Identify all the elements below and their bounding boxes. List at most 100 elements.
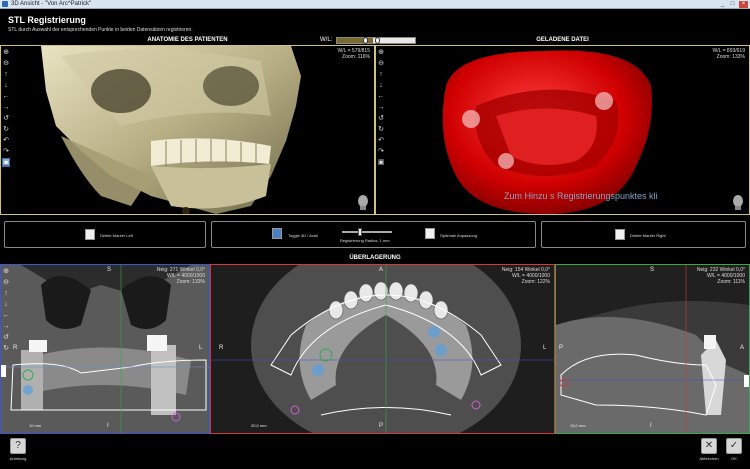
cancel-label[interactable]: Abbrechen: [696, 456, 722, 461]
zoom-readout: Zoom: 133%: [716, 54, 745, 60]
orientation-right: L: [543, 345, 547, 351]
overlay-section-title: ÜBERLAGERUNG: [349, 255, 401, 261]
redo-icon[interactable]: ↷: [377, 147, 385, 156]
orientation-top: S: [107, 267, 112, 273]
orientation-top: A: [379, 267, 384, 273]
coronal-ct-view[interactable]: ⊕ ⊖ ↑ ↓ ← → ↺ ↻ Neig: 271 Winkel 0,0° W/…: [0, 264, 210, 434]
coronal-ct-image: [1, 265, 209, 433]
scale-label: 15,0 mm: [570, 423, 586, 428]
tool-strip-top-left: ⊕ ⊖ ↑ ↓ ← → ↺ ↻ ↶ ↷ ▣: [2, 48, 11, 169]
optimize-fit-label[interactable]: Optimale Anpassung: [440, 233, 477, 238]
registration-hint-text: Zum Hinzu s Registrierungspunktes kli: [504, 191, 658, 201]
registration-toolbar: Toggle 3D / Axial Registrierung Radius: …: [211, 221, 536, 248]
sagittal-ct-view[interactable]: Neig: 232 Winkel 0,0° W/L = 4000/1000 Zo…: [555, 264, 750, 434]
window-title-bar: 3D Ansicht - "Von Arc^Patrick" _ □ ×: [0, 0, 750, 9]
stl-model-render: [442, 50, 652, 214]
arrow-down-icon[interactable]: ↓: [377, 81, 385, 90]
zoom-readout: Zoom: 133%: [176, 279, 205, 285]
arrow-right-icon[interactable]: →: [2, 322, 10, 331]
arrow-up-icon[interactable]: ↑: [2, 289, 10, 298]
help-label[interactable]: Anleitung: [6, 456, 30, 461]
orientation-left: R: [13, 345, 18, 351]
arrow-down-icon[interactable]: ↓: [2, 81, 10, 90]
panel-title-loaded-file: GELADENE DATEI: [536, 37, 589, 43]
skull-render: [41, 46, 301, 214]
rotate-right-icon[interactable]: ↻: [2, 125, 10, 134]
optimize-fit-icon[interactable]: [425, 228, 435, 239]
orientation-bottom: I: [107, 423, 109, 429]
rotate-right-icon[interactable]: ↻: [2, 344, 10, 353]
rotate-left-icon[interactable]: ↺: [377, 114, 385, 123]
cancel-icon[interactable]: ✕: [701, 438, 717, 454]
zoom-in-icon[interactable]: ⊕: [2, 267, 10, 276]
view-info-top-left: W/L = 579/815 Zoom: 116%: [338, 48, 370, 60]
registration-radius-label: Registrierung Radius: 1 mm: [340, 238, 390, 243]
head-orientation-icon[interactable]: [356, 194, 370, 210]
delete-marker-left-label: Delete Marker Left: [100, 233, 133, 238]
zoom-out-icon[interactable]: ⊖: [2, 278, 10, 287]
delete-marker-icon: [615, 229, 625, 240]
arrow-up-icon[interactable]: ↑: [2, 70, 10, 79]
zoom-readout: Zoom: 111%: [717, 279, 745, 285]
radius-slider-knob[interactable]: [358, 228, 362, 236]
panel-title-anatomy: ANATOMIE DES PATIENTEN: [147, 37, 228, 43]
arrow-down-icon[interactable]: ↓: [2, 300, 10, 309]
toggle-3d-icon[interactable]: [272, 228, 282, 239]
rotate-right-icon[interactable]: ↻: [377, 125, 385, 134]
undo-icon[interactable]: ↶: [377, 136, 385, 145]
view-info-top-right: W/L = 893/619 Zoom: 133%: [713, 48, 745, 60]
orientation-right: L: [199, 345, 203, 351]
redo-icon[interactable]: ↷: [2, 147, 10, 156]
rotate-left-icon[interactable]: ↺: [2, 333, 10, 342]
screenshot-icon[interactable]: ▣: [2, 158, 10, 167]
toggle-3d-label[interactable]: Toggle 3D / Axial: [288, 233, 318, 238]
delete-marker-icon: [85, 229, 95, 240]
undo-icon[interactable]: ↶: [2, 136, 10, 145]
tool-strip-coronal: ⊕ ⊖ ↑ ↓ ← → ↺ ↻: [2, 267, 11, 355]
screenshot-icon[interactable]: ▣: [377, 158, 385, 167]
arrow-right-icon[interactable]: →: [2, 103, 10, 112]
zoom-in-icon[interactable]: ⊕: [2, 48, 10, 57]
orientation-top: S: [650, 267, 655, 273]
axial-ct-view[interactable]: Neig: 154 Winkel 0,0° W/L = 4000/1000 Zo…: [210, 264, 555, 434]
maximize-button[interactable]: □: [728, 1, 737, 8]
arrow-left-icon[interactable]: ←: [2, 311, 10, 320]
zoom-out-icon[interactable]: ⊖: [377, 59, 385, 68]
view-info-axial: Neig: 154 Winkel 0,0° W/L = 4000/1000 Zo…: [502, 267, 550, 285]
head-orientation-icon[interactable]: [731, 194, 745, 210]
wl-label: W/L:: [320, 37, 333, 43]
rotate-left-icon[interactable]: ↺: [2, 114, 10, 123]
help-icon[interactable]: ?: [10, 438, 26, 454]
arrow-up-icon[interactable]: ↑: [377, 70, 385, 79]
wl-handle-left[interactable]: [363, 37, 368, 44]
loaded-file-3d-view[interactable]: ⊕ ⊖ ↑ ↓ ← → ↺ ↻ ↶ ↷ ▣ W/L = 893/619 Zoom…: [375, 45, 750, 215]
delete-marker-left-button[interactable]: Delete Marker Left: [4, 221, 206, 248]
zoom-readout: Zoom: 122%: [521, 279, 550, 285]
ok-label[interactable]: OK: [722, 456, 746, 461]
axial-ct-image: [211, 265, 554, 433]
page-subtitle: STL durch Auswahl der entsprechenden Pun…: [8, 27, 193, 33]
zoom-in-icon[interactable]: ⊕: [377, 48, 385, 57]
orientation-right: A: [740, 345, 745, 351]
arrow-right-icon[interactable]: →: [377, 103, 385, 112]
arrow-left-icon[interactable]: ←: [377, 92, 385, 101]
anatomy-3d-view[interactable]: ⊕ ⊖ ↑ ↓ ← → ↺ ↻ ↶ ↷ ▣ W/L = 579/815 Zoom…: [0, 45, 375, 215]
zoom-out-icon[interactable]: ⊖: [2, 59, 10, 68]
view-info-sagittal: Neig: 232 Winkel 0,0° W/L = 4000/1000 Zo…: [697, 267, 745, 285]
page-title: STL Registrierung: [8, 15, 86, 25]
delete-marker-right-button[interactable]: Delete Marker Right: [541, 221, 746, 248]
zoom-readout: Zoom: 116%: [342, 54, 370, 60]
scale-label: 10 mm: [29, 423, 42, 428]
tool-strip-top-right: ⊕ ⊖ ↑ ↓ ← → ↺ ↻ ↶ ↷ ▣: [377, 48, 386, 169]
orientation-left: P: [559, 345, 564, 351]
registration-radius-slider[interactable]: [342, 228, 392, 236]
view-info-coronal: Neig: 271 Winkel 0,0° W/L = 4000/1000 Zo…: [157, 267, 205, 285]
app-icon: [2, 1, 8, 7]
arrow-left-icon[interactable]: ←: [2, 92, 10, 101]
ok-icon[interactable]: ✓: [726, 438, 742, 454]
orientation-left: R: [219, 345, 224, 351]
delete-marker-right-label: Delete Marker Right: [630, 233, 666, 238]
close-button[interactable]: ×: [739, 1, 748, 8]
minimize-button[interactable]: _: [718, 1, 727, 8]
window-title: 3D Ansicht - "Von Arc^Patrick": [11, 1, 92, 7]
